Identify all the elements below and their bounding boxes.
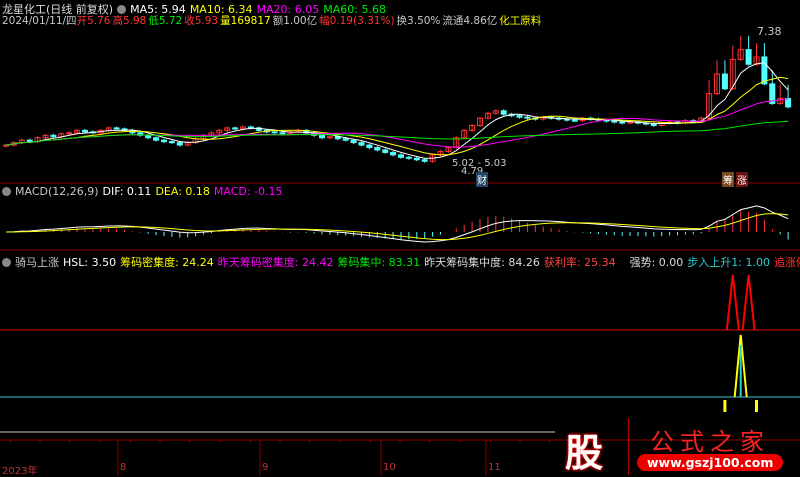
candle-body: [785, 98, 792, 108]
candle-body: [350, 139, 357, 144]
dif-line: [5, 205, 789, 243]
ma5-line: [5, 62, 789, 159]
zzt-spike: [725, 274, 740, 331]
logo-url: www.gszj100.com: [637, 454, 784, 471]
candle-body: [721, 73, 728, 90]
candle-body: [374, 147, 381, 151]
logo-text: 公式之家: [650, 428, 770, 456]
candle-body: [232, 127, 239, 130]
candle-body: [405, 156, 412, 159]
ma10-line: [5, 76, 789, 156]
candle-body: [161, 139, 167, 143]
candle-body: [82, 129, 88, 133]
candle-body: [421, 159, 428, 162]
candle-body: [745, 49, 752, 65]
logo-char: 股: [565, 431, 604, 475]
x-tick: 10: [383, 462, 396, 473]
candle-body: [26, 139, 33, 143]
candle-body: [145, 134, 152, 139]
candle-body: [398, 154, 404, 158]
candle-body: [358, 142, 365, 146]
badge-rise[interactable]: 涨: [736, 172, 748, 187]
candle-body: [500, 110, 507, 115]
candle-body: [168, 141, 175, 144]
qs-mark: [755, 400, 758, 412]
logo-divider: [628, 418, 629, 475]
candle-body: [413, 157, 420, 161]
candle-body: [247, 126, 254, 129]
candle-body: [176, 142, 183, 146]
candle-body: [761, 56, 768, 85]
candle-body: [113, 127, 120, 130]
watermark-logo: 股 公式之家 www.gszj100.com: [555, 418, 800, 475]
candle-body: [319, 134, 325, 139]
candle-body: [50, 134, 57, 138]
candle-body: [516, 115, 523, 118]
candle-body: [650, 123, 657, 126]
qs-mark: [723, 400, 727, 412]
x-tick: 8: [120, 462, 127, 473]
candle-body: [619, 121, 626, 124]
candle-body: [271, 131, 278, 134]
candle-body: [279, 132, 286, 135]
candle-body: [366, 144, 373, 149]
candle-body: [390, 151, 397, 156]
candle-body: [326, 136, 333, 139]
zzt-spike: [741, 274, 756, 331]
candle-body: [66, 132, 73, 135]
price-peak: 7.38: [757, 25, 782, 38]
candle-body: [571, 119, 578, 122]
badge-finance[interactable]: 财: [476, 172, 488, 187]
dea-line: [5, 213, 789, 241]
ma60-line: [5, 120, 789, 146]
x-tick: 9: [262, 462, 269, 473]
candle-body: [382, 149, 389, 153]
candle-body: [342, 138, 349, 141]
stock-chart[interactable]: [0, 0, 800, 475]
candle-body: [524, 116, 531, 119]
candle-body: [611, 120, 618, 123]
candle-body: [153, 137, 160, 141]
x-tick: 11: [488, 462, 501, 473]
badge-chip[interactable]: 筹: [722, 172, 734, 187]
